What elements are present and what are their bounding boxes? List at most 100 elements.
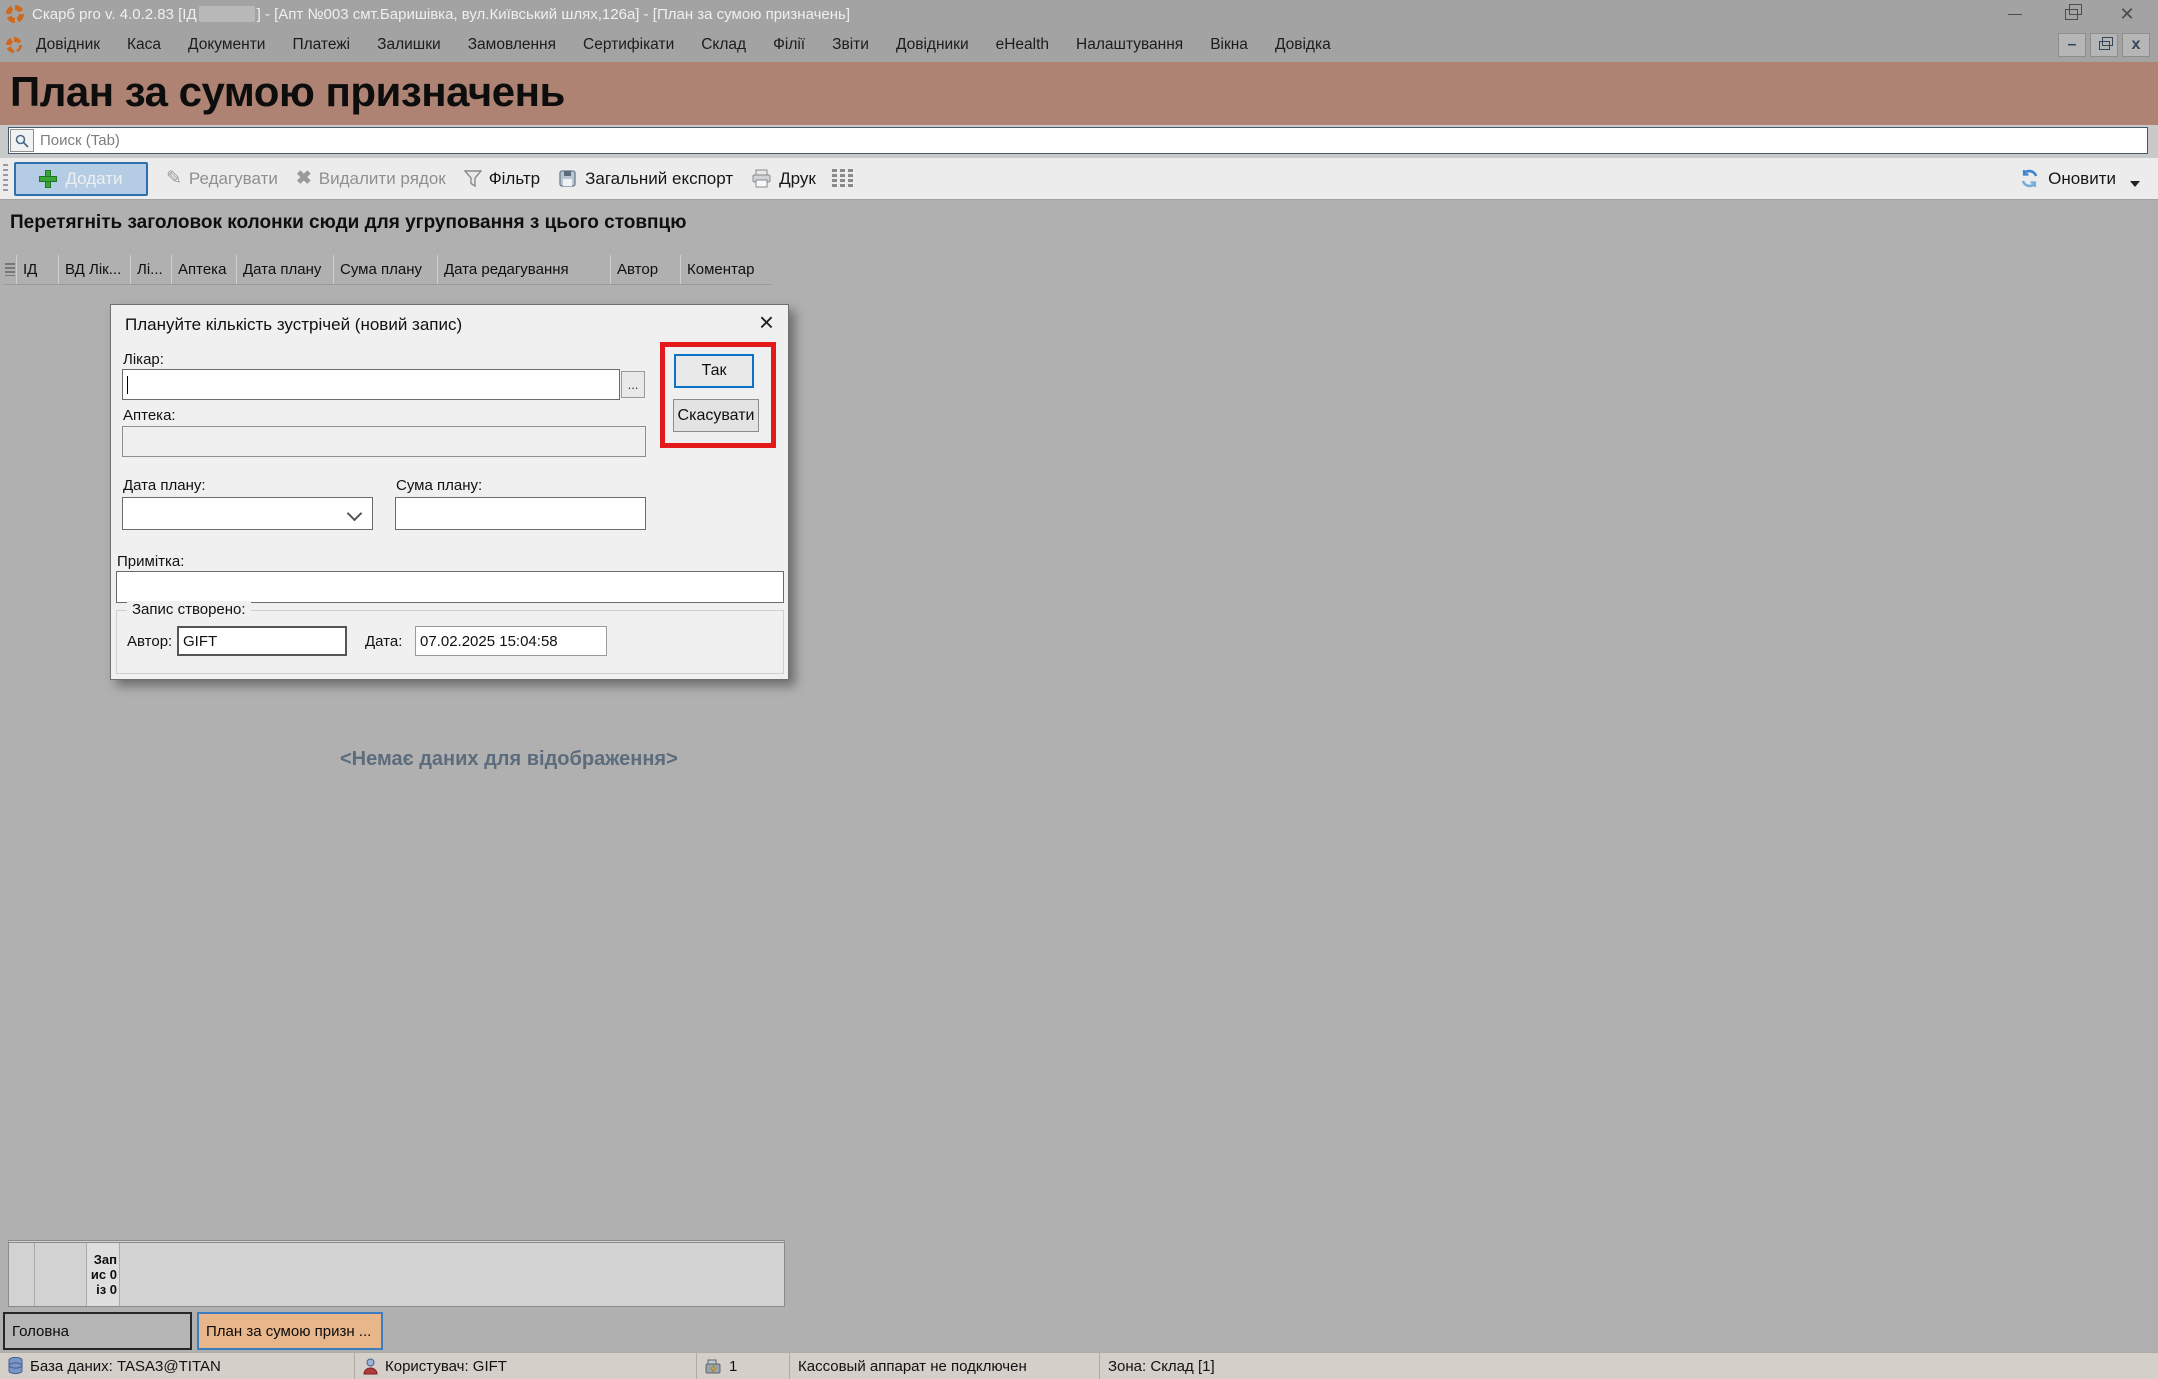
tab-holovna[interactable]: Головна [3, 1312, 192, 1350]
mdi-restore-button[interactable] [2090, 33, 2118, 57]
statusbar-database-section: База даних: TASA3@TITAN [0, 1353, 355, 1379]
note-label: Примітка: [117, 553, 184, 570]
doctor-label: Лікар: [123, 351, 164, 368]
user-icon [363, 1358, 378, 1375]
statusbar: База даних: TASA3@TITAN Користувач: GIFT… [0, 1352, 2158, 1379]
record-counter-line3: із 0 [96, 1282, 117, 1297]
column-header-author[interactable]: Автор [611, 255, 681, 284]
no-data-message: <Немає даних для відображення> [340, 748, 678, 771]
column-header-plan-sum[interactable]: Сума плану [334, 255, 438, 284]
menu-kasa[interactable]: Каса [127, 36, 161, 54]
record-counter-line1: Зап [94, 1252, 117, 1267]
menu-ehealth[interactable]: eHealth [996, 36, 1049, 54]
export-button[interactable]: Загальний експорт [558, 169, 733, 189]
restore-button[interactable] [2062, 5, 2080, 23]
dialog-close-icon[interactable]: × [759, 309, 774, 335]
statusbar-zone-section: Зона: Склад [1] [1100, 1353, 2158, 1379]
mdi-close-icon[interactable]: x [2122, 33, 2150, 57]
menu-vikna[interactable]: Вікна [1210, 36, 1248, 54]
menu-zvity[interactable]: Звіти [832, 36, 869, 54]
database-text: База даних: TASA3@TITAN [30, 1358, 221, 1375]
column-header-comment[interactable]: Коментар [681, 255, 771, 284]
page-title: План за сумою призначень [10, 68, 565, 116]
tab-plan-za-sumoiu[interactable]: План за сумою призн ... [197, 1312, 383, 1350]
created-date-input[interactable]: 07.02.2025 15:04:58 [415, 626, 607, 656]
register-count-text: 1 [729, 1358, 737, 1375]
record-counter-line2: ис 0 [91, 1267, 117, 1282]
record-created-legend: Запис створено: [127, 601, 251, 618]
cancel-button[interactable]: Скасувати [673, 399, 759, 432]
doctor-browse-button[interactable]: ... [621, 371, 645, 398]
plus-icon [39, 170, 57, 188]
filter-button[interactable]: Фільтр [464, 169, 540, 189]
filter-button-label: Фільтр [489, 169, 540, 189]
menu-dovidka[interactable]: Довідка [1275, 36, 1331, 54]
menu-dokumenty[interactable]: Документи [188, 36, 265, 54]
group-by-hint: Перетягніть заголовок колонки сюди для у… [10, 212, 686, 234]
menu-sertyfikaty[interactable]: Сертифікати [583, 36, 674, 54]
refresh-button[interactable]: Оновити [2019, 168, 2140, 189]
delete-row-button[interactable]: ✖ Видалити рядок [296, 169, 446, 189]
doctor-input[interactable] [122, 369, 620, 400]
edit-button[interactable]: ✎ Редагувати [166, 169, 278, 189]
created-date-value: 07.02.2025 15:04:58 [420, 633, 558, 650]
author-label: Автор: [127, 633, 172, 650]
column-header-edit-date[interactable]: Дата редагування [438, 255, 611, 284]
columns-icon[interactable] [832, 169, 854, 189]
refresh-icon [2019, 168, 2040, 189]
plan-date-combobox[interactable] [122, 497, 373, 530]
pharmacy-input[interactable] [122, 426, 646, 457]
chevron-down-icon[interactable] [347, 506, 363, 522]
menu-zalyshky[interactable]: Залишки [377, 36, 441, 54]
row-indicator-header [3, 255, 17, 284]
column-header-vd-lik[interactable]: ВД Лік... [59, 255, 131, 284]
column-header-id[interactable]: ІД [17, 255, 59, 284]
column-header-plan-date[interactable]: Дата плану [237, 255, 334, 284]
plan-record-dialog: Плануйте кількість зустрічей (новий запи… [110, 304, 789, 680]
menu-sklad[interactable]: Склад [701, 36, 746, 54]
refresh-dropdown-caret-icon[interactable] [2130, 181, 2140, 187]
minimize-button[interactable] [2006, 5, 2024, 23]
menu-dovidnyk[interactable]: Довідник [36, 36, 100, 54]
window-titlebar: Скарб pro v. 4.0.2.83 [ІД ] - [Апт №003 … [0, 0, 2158, 28]
column-header-li[interactable]: Лі... [131, 255, 172, 284]
column-header-apteka[interactable]: Аптека [172, 255, 237, 284]
created-date-label: Дата: [365, 633, 402, 650]
plan-sum-input[interactable] [395, 497, 646, 530]
print-button[interactable]: Друк [751, 169, 816, 189]
funnel-icon [464, 169, 482, 188]
menu-zamovlennia[interactable]: Замовлення [468, 36, 556, 54]
search-icon [10, 129, 34, 152]
menu-platezhi[interactable]: Платежі [292, 36, 350, 54]
grid-header-row: ІД ВД Лік... Лі... Аптека Дата плану Сум… [3, 255, 771, 285]
page-banner: План за сумою призначень [0, 62, 2158, 125]
app-logo-icon [6, 5, 24, 23]
footer-divider [34, 1243, 35, 1306]
redacted-id-area [199, 6, 255, 22]
export-floppy-icon [558, 169, 578, 188]
export-button-label: Загальний експорт [585, 169, 733, 189]
menu-nalashtuvannia[interactable]: Налаштування [1076, 36, 1183, 54]
menu-dovidnyky[interactable]: Довідники [896, 36, 969, 54]
author-value: GIFT [183, 633, 217, 650]
ok-button[interactable]: Так [674, 354, 754, 388]
statusbar-register-status-section: Кассовый аппарат не подключен [790, 1353, 1100, 1379]
close-icon[interactable]: ✕ [2118, 5, 2136, 23]
author-input[interactable]: GIFT [177, 626, 347, 656]
grid-footer: Зап ис 0 із 0 [8, 1240, 785, 1307]
refresh-button-label: Оновити [2048, 169, 2116, 189]
add-button[interactable]: Додати [14, 162, 148, 196]
mdi-minimize-button[interactable]: – [2058, 33, 2086, 57]
plan-sum-label: Сума плану: [396, 477, 482, 494]
window-title-part2: ] - [Апт №003 смт.Баришівка, вул.Київськ… [257, 6, 850, 23]
add-button-label: Додати [65, 169, 122, 189]
note-input[interactable] [116, 571, 784, 603]
toolbar-grip-handle[interactable] [3, 164, 8, 194]
window-title-part1: Скарб pro v. 4.0.2.83 [ІД [32, 6, 197, 23]
pharmacy-label: Аптека: [123, 407, 176, 424]
search-input[interactable]: Поиск (Tab) [8, 127, 2148, 154]
zone-text: Зона: Склад [1] [1108, 1358, 1215, 1375]
menu-filii[interactable]: Філії [773, 36, 805, 54]
delete-x-icon: ✖ [296, 169, 312, 188]
grid-grip-icon [5, 263, 15, 276]
